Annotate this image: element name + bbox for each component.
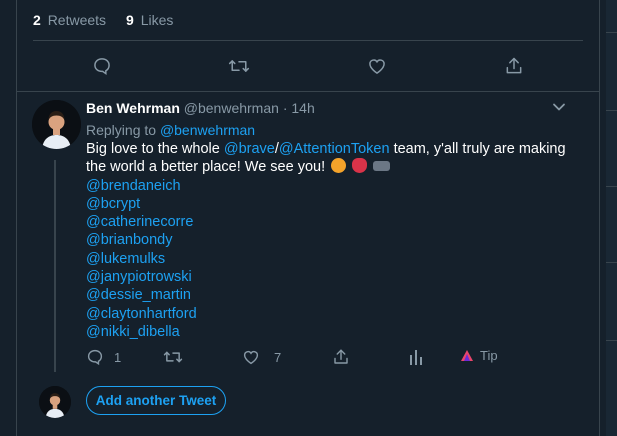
divider [606,186,617,187]
replying-prefix: Replying to [86,122,157,138]
divider [606,32,617,33]
retweet-action[interactable] [163,348,183,366]
share-icon[interactable] [503,55,525,77]
mention-link[interactable]: @AttentionToken [279,141,390,157]
replying-to: Replying to @benwehrman [86,122,255,138]
replying-to-link[interactable]: @benwehrman [160,122,255,138]
mention-list-item: @bcrypt [86,195,566,213]
tip-label: Tip [480,348,498,363]
timeline-column: 2 Retweets 9 Likes Ben Wehrman @benwehrm… [16,0,600,436]
retweet-icon[interactable] [228,55,250,77]
mention-link[interactable]: @brendaneich [86,178,181,194]
likes-stat[interactable]: 9 Likes [126,12,173,28]
divider [606,262,617,263]
reply-icon[interactable] [86,348,104,366]
mention-list-item: @catherinecorre [86,213,566,231]
divider [606,340,617,341]
author-name[interactable]: Ben Wehrman [86,100,180,116]
reply-count: 1 [114,349,122,365]
mention-link[interactable]: @dessie_martin [86,287,191,303]
tweet-stats: 2 Retweets 9 Likes [33,0,583,41]
text-part: the world a better place! We see you! [86,159,326,176]
mention-list-item: @brendaneich [86,177,566,195]
share-action[interactable] [332,348,350,366]
mention-link[interactable]: @bcrypt [86,196,140,212]
likes-count: 9 [126,12,134,28]
mention-link[interactable]: @nikki_dibella [86,324,180,340]
tip-action[interactable]: Tip [460,348,498,363]
text-part: Big love to the whole [86,141,220,157]
heart-icon[interactable] [366,55,388,77]
main-tweet-actions [33,41,583,92]
like-count: 7 [274,349,282,365]
reply-icon[interactable] [91,55,113,77]
mention-link[interactable]: @brianbondy [86,232,172,248]
mention-list-item: @brianbondy [86,231,566,249]
mention-link[interactable]: @brave [224,141,275,157]
mention-list-item: @nikki_dibella [86,323,566,341]
mention-list-item: @lukemulks [86,250,566,268]
mention-list-item: @dessie_martin [86,286,566,304]
compose-reply-row: Add another Tweet [17,372,601,436]
mention-link[interactable]: @lukemulks [86,251,165,267]
retweets-label: Retweets [47,12,107,28]
mention-link[interactable]: @catherinecorre [86,214,193,230]
brave-tip-icon[interactable] [460,349,474,362]
mention-list-item: @claytonhartford [86,305,566,323]
tweet-text-line: the world a better place! We see you! [86,158,566,176]
retweets-stat[interactable]: 2 Retweets [33,12,106,28]
share-icon[interactable] [332,348,350,366]
like-action[interactable]: 7 [242,348,281,366]
retweet-icon[interactable] [163,348,183,366]
analytics-icon[interactable] [408,348,424,366]
bat-emoji [373,161,391,172]
heart-icon[interactable] [242,348,260,366]
chevron-down-icon[interactable] [552,102,566,112]
avatar[interactable] [39,386,71,418]
mention-link[interactable]: @claytonhartford [86,306,197,322]
tweet-text-line: Big love to the whole @brave/@AttentionT… [86,140,566,158]
right-sidebar-edge [606,0,617,436]
add-another-tweet-button[interactable]: Add another Tweet [86,386,226,415]
reply-tweet[interactable]: Ben Wehrman @benwehrman · 14h Replying t… [17,92,601,372]
analytics-action[interactable] [408,348,424,366]
mention-link[interactable]: @janypiotrowski [86,269,192,285]
author-handle[interactable]: @benwehrman [184,100,279,116]
likes-label: Likes [140,12,174,28]
lion-emoji [331,158,347,174]
reply-tweet-actions: 1 7 Tip [86,348,506,370]
heart-emoji [352,158,368,174]
divider [606,110,617,111]
tweet-time[interactable]: 14h [291,100,314,116]
text-part: team, y'all truly are making [393,141,566,157]
avatar[interactable] [32,100,81,149]
reply-action[interactable]: 1 [86,348,121,366]
thread-connector-line [54,160,56,372]
tweet-text: Big love to the whole @brave/@AttentionT… [86,140,566,341]
retweets-count: 2 [33,12,41,28]
separator-dot: · [282,100,288,116]
mention-list-item: @janypiotrowski [86,268,566,286]
tweet-header: Ben Wehrman @benwehrman · 14h [86,100,315,116]
